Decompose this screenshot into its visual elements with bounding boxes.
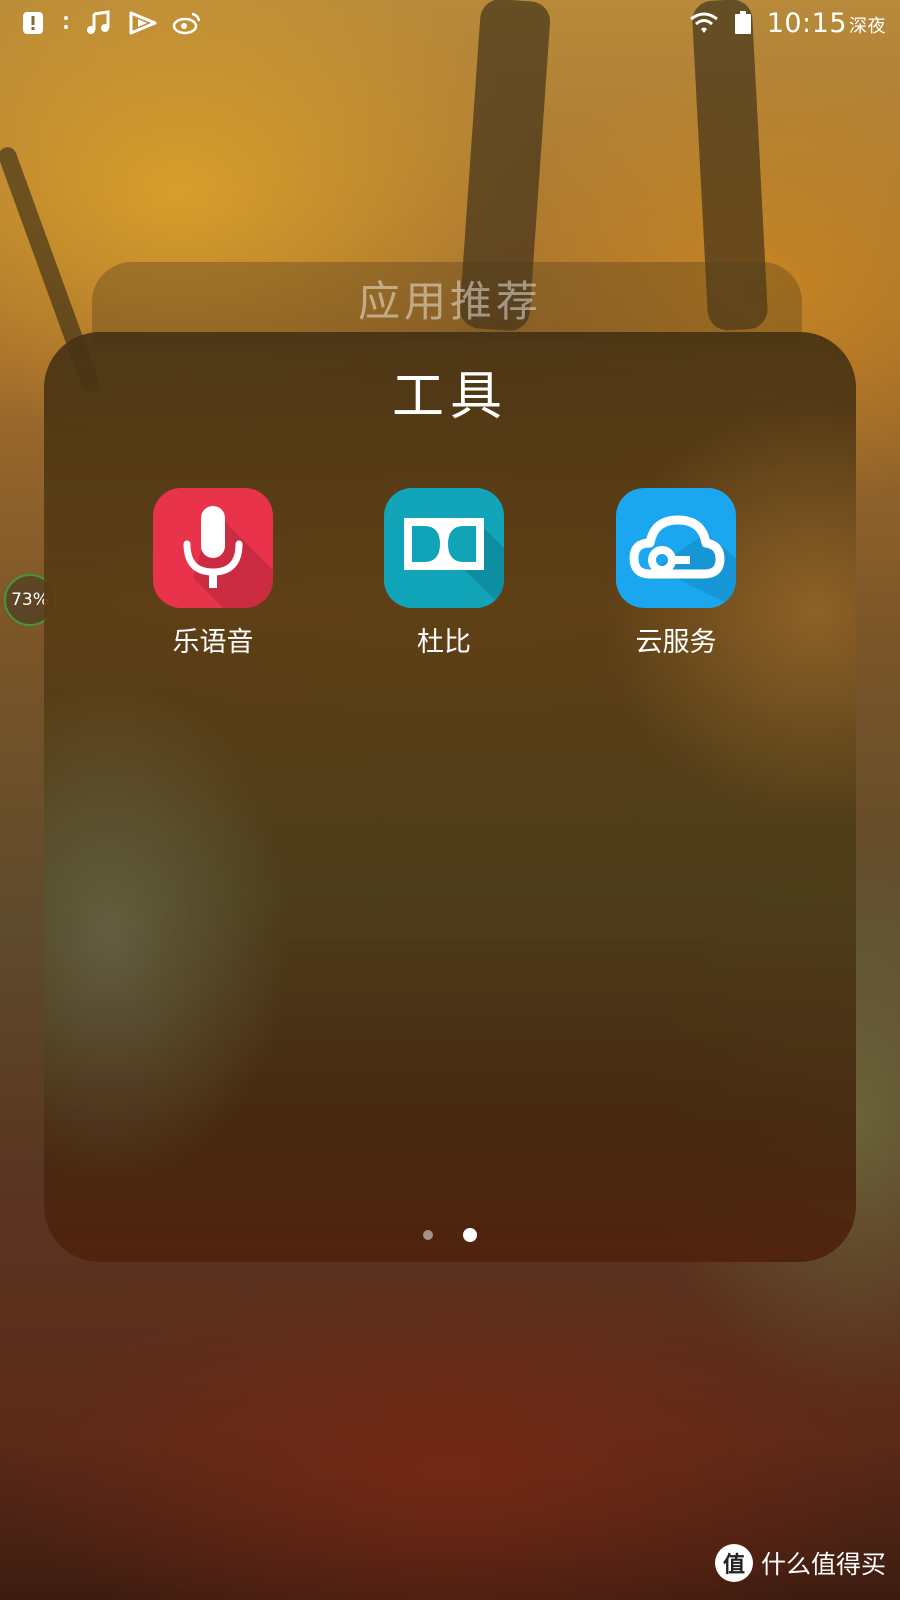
music-note-icon [84, 8, 114, 38]
app-label: 云服务 [635, 627, 717, 658]
folder-panel: 工具 乐语音 杜比 云服务 [44, 332, 856, 1262]
app-dolby[interactable]: 杜比 [344, 488, 544, 659]
weibo-icon [172, 8, 202, 38]
watermark: 值 什么值得买 [714, 1544, 886, 1582]
battery-icon [733, 8, 753, 38]
app-label: 乐语音 [172, 627, 254, 658]
clock-period: 深夜 [849, 15, 886, 37]
folder-title[interactable]: 工具 [44, 354, 856, 429]
app-cloud-service[interactable]: 云服务 [576, 488, 776, 659]
more-dots-icon [62, 8, 70, 38]
notification-alert-icon [18, 8, 48, 38]
microphone-icon [153, 488, 273, 608]
cloud-icon [616, 488, 736, 608]
background-folder-title: 应用推荐 [357, 277, 542, 326]
page-indicator [44, 1228, 856, 1242]
dolby-icon [384, 488, 504, 608]
app-le-voice[interactable]: 乐语音 [113, 488, 313, 659]
app-label: 杜比 [417, 627, 471, 658]
status-bar-left [18, 8, 202, 38]
wifi-icon [689, 8, 719, 38]
page-dot[interactable] [423, 1230, 433, 1240]
watermark-text: 什么值得买 [760, 1550, 886, 1579]
video-play-icon [128, 8, 158, 38]
clock-time: 10:15 [766, 7, 847, 39]
status-bar: 10:15 深夜 [0, 0, 900, 46]
page-dot-active[interactable] [463, 1228, 477, 1242]
watermark-logo: 值 [714, 1544, 753, 1582]
status-clock: 10:15 深夜 [767, 8, 886, 39]
status-bar-right: 10:15 深夜 [689, 8, 886, 39]
